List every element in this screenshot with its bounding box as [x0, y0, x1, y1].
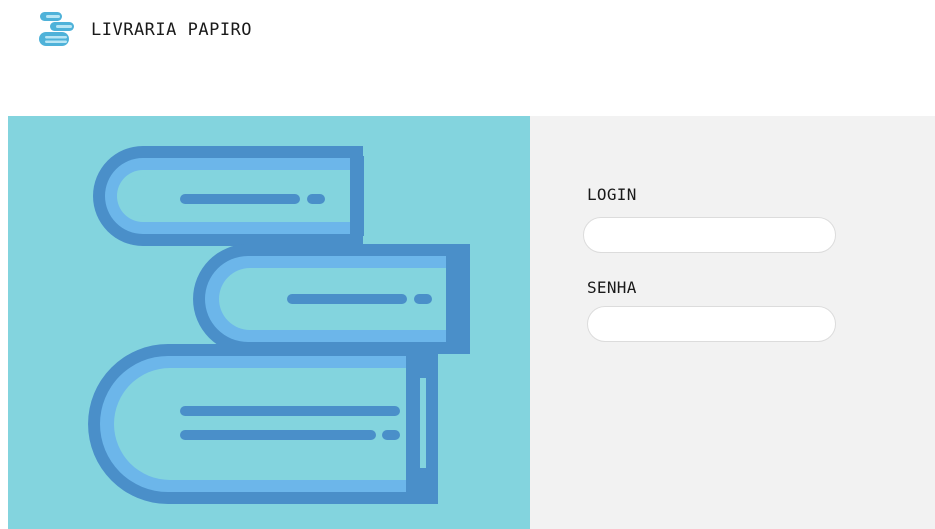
top-header: LIVRARIA PAPIRO — [0, 0, 935, 60]
senha-input[interactable] — [587, 306, 836, 342]
login-panel: LOGIN SENHA — [530, 116, 935, 529]
books-stack-icon[interactable] — [36, 11, 76, 49]
top-book — [93, 146, 364, 246]
bottom-book — [88, 344, 438, 504]
login-input[interactable] — [583, 217, 836, 253]
login-label: LOGIN — [587, 185, 637, 204]
books-stack-illustration — [88, 146, 470, 504]
middle-book — [193, 244, 470, 354]
brand-name[interactable]: LIVRARIA PAPIRO — [91, 20, 252, 40]
hero-illustration-panel — [8, 116, 530, 529]
senha-label: SENHA — [587, 278, 637, 297]
